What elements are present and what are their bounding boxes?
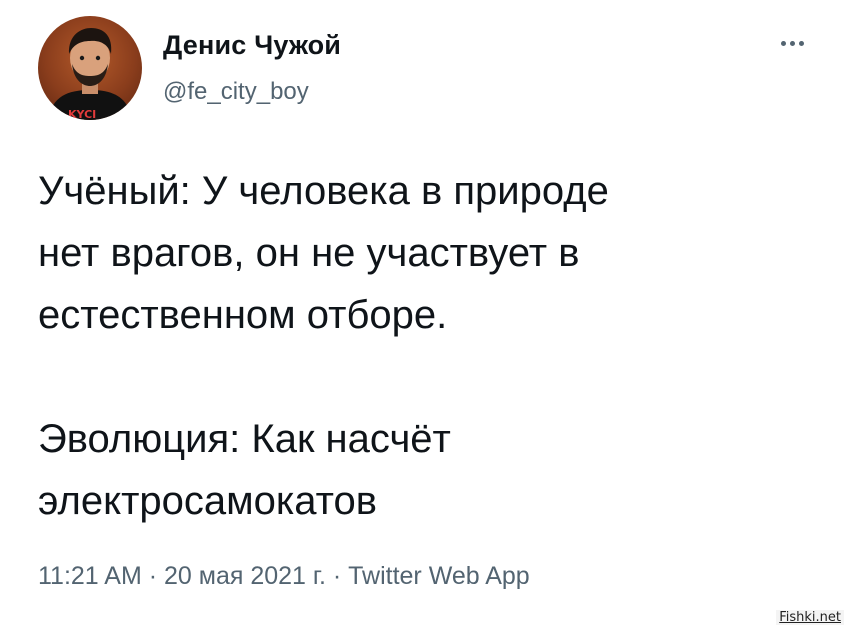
more-options-button[interactable] — [770, 28, 814, 58]
tweet-paragraph-2: Эволюция: Как насчёт электросамокатов — [38, 417, 451, 523]
tweet-date[interactable]: 20 мая 2021 г. — [164, 562, 326, 590]
author-avatar[interactable]: KYCI — [38, 16, 142, 120]
tweet-text: Учёный: У человека в природе нет врагов,… — [38, 160, 828, 532]
author-name[interactable]: Денис Чужой — [163, 30, 341, 61]
more-horizontal-icon — [798, 40, 804, 46]
watermark: Fishki.net — [776, 610, 844, 625]
meta-separator: · — [141, 562, 164, 590]
tweet-paragraph-1: Учёный: У человека в природе нет врагов,… — [38, 169, 609, 337]
tweet-card: KYCI Денис Чужой @fe_city_boy Учёный: У … — [0, 0, 850, 633]
more-horizontal-icon — [780, 40, 786, 46]
more-horizontal-icon — [789, 40, 795, 46]
author-handle[interactable]: @fe_city_boy — [163, 78, 309, 106]
avatar-image: KYCI — [48, 28, 132, 120]
tweet-meta: 11:21 AM · 20 мая 2021 г. · Twitter Web … — [38, 562, 530, 591]
tweet-time[interactable]: 11:21 AM — [38, 562, 142, 590]
tweet-source[interactable]: Twitter Web App — [348, 562, 530, 590]
meta-separator: · — [325, 562, 349, 590]
avatar-shirt-text: KYCI — [68, 108, 96, 120]
